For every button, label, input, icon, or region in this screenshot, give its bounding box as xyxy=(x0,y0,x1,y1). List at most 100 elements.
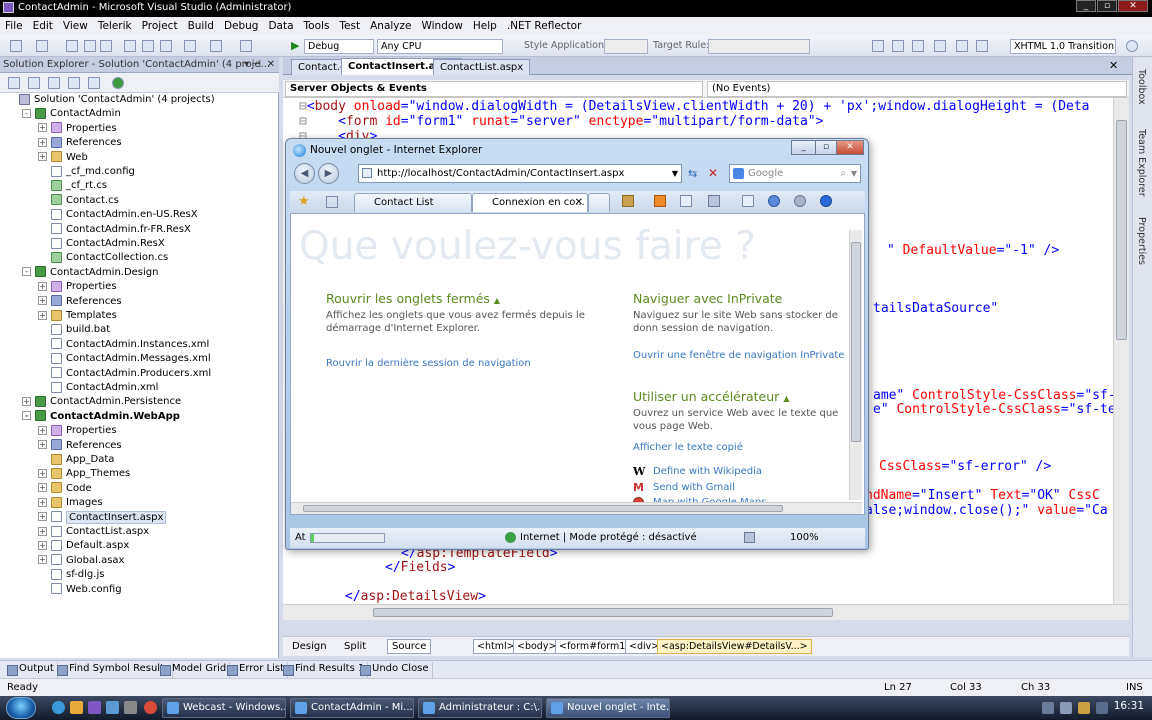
outdent-icon[interactable] xyxy=(912,40,924,52)
expander-icon[interactable]: + xyxy=(38,540,47,550)
scroll-thumb[interactable] xyxy=(373,608,833,617)
tab-contactlist-aspx[interactable]: ContactList.aspx xyxy=(433,59,531,75)
tree-item[interactable]: + References xyxy=(38,136,122,150)
tree-item[interactable]: ContactAdmin.Producers.xml xyxy=(38,367,211,381)
view-code-icon[interactable] xyxy=(68,77,80,89)
output-tab[interactable]: Output xyxy=(4,662,58,678)
tools-gear-icon[interactable] xyxy=(794,195,806,207)
menu-item[interactable]: Project xyxy=(137,20,183,32)
save-all-icon[interactable] xyxy=(100,40,112,52)
open-file-icon[interactable] xyxy=(66,40,78,52)
tree-item[interactable]: _cf_md.config xyxy=(38,165,135,179)
tree-item[interactable]: + References xyxy=(38,295,122,309)
team-explorer-tab[interactable]: Team Explorer xyxy=(1136,129,1147,197)
tree-item[interactable]: ContactAdmin.ResX xyxy=(38,237,165,251)
recorder-quicklaunch-icon[interactable] xyxy=(144,701,157,714)
print-icon[interactable] xyxy=(708,195,720,207)
menu-item[interactable]: Debug xyxy=(219,20,264,32)
indent-icon[interactable] xyxy=(892,40,904,52)
format-icon[interactable] xyxy=(872,40,884,52)
tray-power-icon[interactable] xyxy=(1078,702,1090,714)
expander-icon[interactable]: + xyxy=(38,555,47,565)
copy-icon[interactable] xyxy=(142,40,154,52)
properties-tab[interactable]: Properties xyxy=(1136,217,1147,265)
menu-item[interactable]: Tools xyxy=(299,20,335,32)
quick-tabs-icon[interactable] xyxy=(326,196,338,208)
expander-icon[interactable]: - xyxy=(22,267,31,277)
menu-item[interactable]: Build xyxy=(183,20,219,32)
ie-close-button[interactable]: ✕ xyxy=(836,140,864,155)
expander-icon[interactable]: + xyxy=(38,425,47,435)
breadcrumb-detailsview[interactable]: <asp:DetailsView#DetailsV...> xyxy=(657,639,812,654)
start-button[interactable] xyxy=(6,697,36,719)
tray-language-icon[interactable] xyxy=(1096,702,1108,714)
expander-icon[interactable]: + xyxy=(38,281,47,291)
media-quicklaunch-icon[interactable] xyxy=(124,701,137,714)
expander-icon[interactable]: + xyxy=(38,310,47,320)
taskbar-item[interactable]: Nouvel onglet - Inte... xyxy=(546,698,670,718)
tree-item[interactable]: - ContactAdmin xyxy=(22,107,121,121)
close-tab-icon[interactable]: ✕ xyxy=(575,194,583,212)
tree-item[interactable]: ContactCollection.cs xyxy=(38,251,168,265)
expander-icon[interactable]: + xyxy=(38,526,47,536)
expander-icon[interactable]: + xyxy=(38,468,47,478)
split-view-tab[interactable]: Split xyxy=(339,639,371,654)
comment-icon[interactable] xyxy=(934,40,946,52)
tree-item[interactable]: sf-dlg.js xyxy=(38,568,104,582)
configuration-combo[interactable]: Debug xyxy=(304,39,374,54)
editor-vertical-scrollbar[interactable] xyxy=(1113,98,1129,604)
ie-horizontal-scrollbar[interactable] xyxy=(291,502,862,514)
expander-icon[interactable]: + xyxy=(38,137,47,147)
folder-quicklaunch-icon[interactable] xyxy=(70,701,83,714)
view-designer-icon[interactable] xyxy=(88,77,100,89)
target-rule-combo[interactable] xyxy=(708,39,810,54)
ie-minimize-button[interactable]: _ xyxy=(791,140,816,155)
maximize-button[interactable]: ▫ xyxy=(1097,0,1117,12)
menu-item[interactable]: .NET Reflector xyxy=(502,20,587,32)
close-panel-icon[interactable]: ✕ xyxy=(267,57,275,72)
new-tab-button[interactable] xyxy=(588,193,610,212)
tree-item[interactable]: - ContactAdmin.WebApp xyxy=(22,410,180,424)
menu-item[interactable]: Telerik xyxy=(93,20,137,32)
feeds-icon[interactable] xyxy=(654,195,666,207)
tree-item[interactable]: + Images xyxy=(38,496,103,510)
toolbox-tab[interactable]: Toolbox xyxy=(1136,69,1147,105)
home-icon[interactable] xyxy=(622,195,634,207)
expander-icon[interactable]: + xyxy=(38,440,47,450)
expander-icon[interactable]: + xyxy=(22,396,31,406)
expander-icon[interactable]: + xyxy=(38,296,47,306)
inprivate-link[interactable]: Ouvrir une fenêtre de navigation InPriva… xyxy=(633,350,844,361)
read-mail-icon[interactable] xyxy=(680,195,692,207)
menu-item[interactable]: Analyze xyxy=(365,20,416,32)
uncomment-icon[interactable] xyxy=(956,40,968,52)
tree-item[interactable]: + ContactList.aspx xyxy=(38,525,149,539)
search-dropdown-icon[interactable]: ▼ xyxy=(851,165,857,182)
tree-item[interactable]: + Code xyxy=(38,482,92,496)
show-desktop-icon[interactable] xyxy=(106,701,119,714)
scroll-thumb[interactable] xyxy=(303,505,783,512)
close-button[interactable]: ✕ xyxy=(1118,0,1148,12)
ie-quicklaunch-icon[interactable] xyxy=(52,701,65,714)
safety-icon[interactable] xyxy=(768,195,780,207)
pin-icon[interactable]: ▾ ⊣ xyxy=(244,57,261,72)
tree-item[interactable]: + Templates xyxy=(38,309,117,323)
taskbar-clock[interactable]: 16:31 xyxy=(1114,700,1144,712)
menu-item[interactable]: Help xyxy=(468,20,502,32)
show-copied-text-link[interactable]: Afficher le texte copié xyxy=(633,442,743,453)
editor-horizontal-scrollbar[interactable] xyxy=(283,604,1129,620)
events-combo[interactable]: (No Events) xyxy=(707,81,1127,97)
show-all-files-icon[interactable] xyxy=(28,77,40,89)
expander-icon[interactable]: + xyxy=(38,512,47,522)
forward-button[interactable]: ▶ xyxy=(318,163,339,184)
reopen-tabs-heading[interactable]: Rouvrir les onglets fermés ▲ xyxy=(326,291,500,306)
tree-item[interactable]: _cf_rt.cs xyxy=(38,179,107,193)
vs-quicklaunch-icon[interactable] xyxy=(88,701,101,714)
menu-item[interactable]: File xyxy=(0,20,28,32)
tree-item[interactable]: + ContactInsert.aspx xyxy=(38,510,167,525)
address-dropdown-icon[interactable]: ▼ xyxy=(672,165,678,182)
taskbar-item[interactable]: ContactAdmin - Mi... xyxy=(290,698,414,718)
ie-maximize-button[interactable]: ▫ xyxy=(815,140,837,155)
tree-item[interactable]: + Properties xyxy=(38,424,117,438)
menu-item[interactable]: View xyxy=(58,20,93,32)
schema-combo[interactable]: XHTML 1.0 Transition xyxy=(1010,39,1116,54)
